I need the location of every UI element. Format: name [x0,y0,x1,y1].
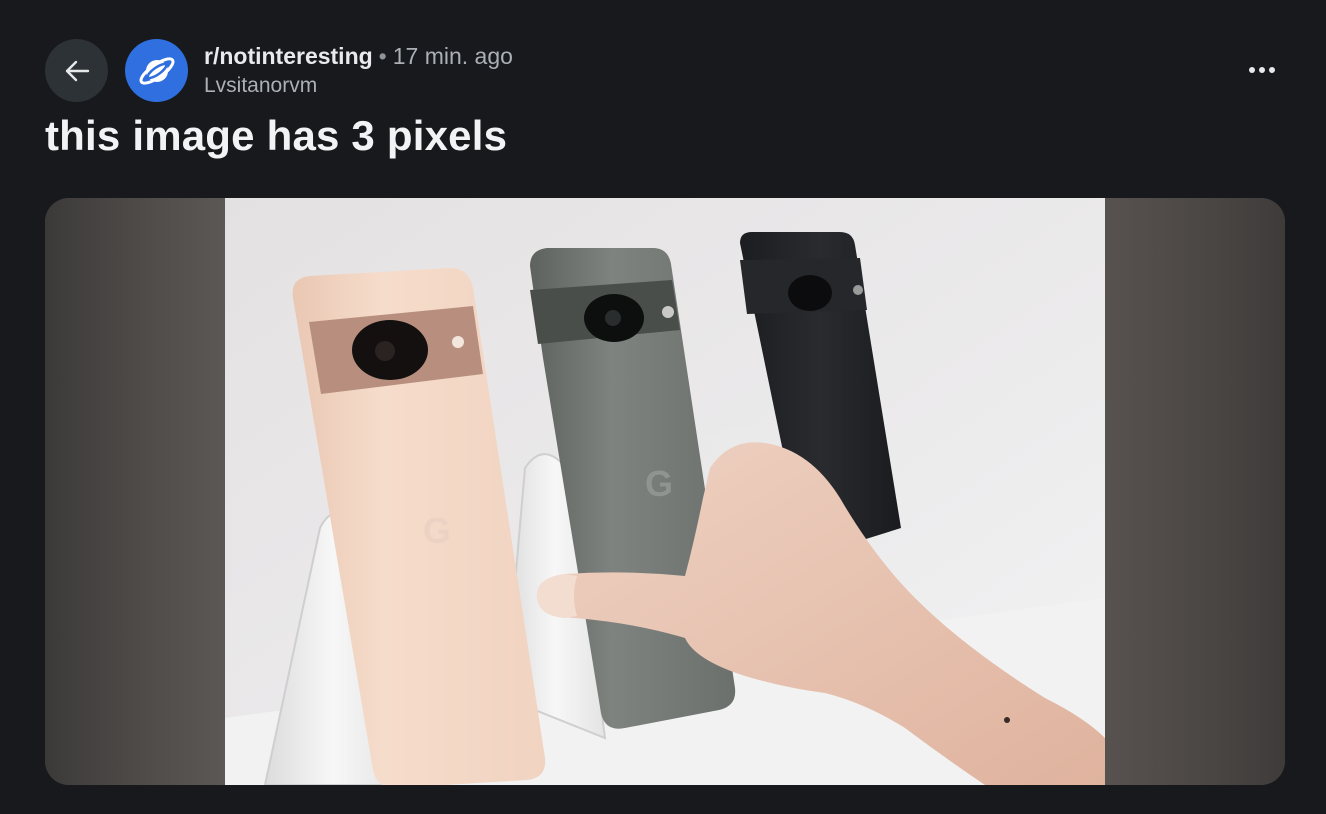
author-link[interactable]: Lvsitanorvm [204,72,513,100]
post-meta: r/notinteresting • 17 min. ago Lvsitanorvm [204,40,513,100]
subreddit-link[interactable]: r/notinteresting [204,43,373,69]
post-meta-line: r/notinteresting • 17 min. ago [204,40,513,72]
post-image: G G [225,198,1105,785]
media-blur-left [45,198,227,785]
more-horizontal-icon [1249,67,1275,73]
post-detail-page: r/notinteresting • 17 min. ago Lvsitanorvm… [0,0,1326,814]
subreddit-avatar[interactable] [125,39,188,102]
post-timestamp: 17 min. ago [392,43,513,69]
post-media[interactable]: G G [45,198,1285,785]
pink-phone-logo: G [423,510,451,551]
post-title: this image has 3 pixels [45,112,508,159]
planet-icon [138,56,175,85]
meta-separator: • [378,43,387,69]
arrow-left-icon [65,60,89,81]
gray-phone-logo: G [645,463,673,504]
back-button[interactable] [45,39,108,102]
more-options-button[interactable] [1242,53,1282,87]
media-blur-right [1105,198,1285,785]
